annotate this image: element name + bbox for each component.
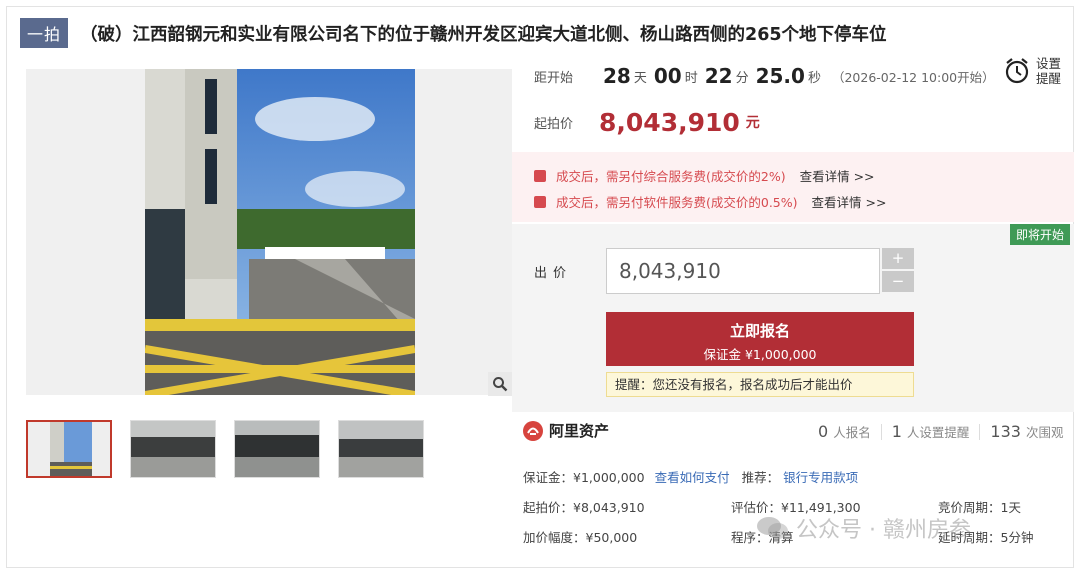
stat-reminders: 1 人设置提醒	[892, 422, 970, 441]
countdown: 距开始 28 天 00 时 22 分 25.0 秒 （2026-02-12 10…	[534, 58, 995, 94]
thumbnail-strip	[26, 420, 424, 478]
how-to-pay-link[interactable]: 查看如何支付	[655, 470, 730, 485]
fee-text: 成交后，需另付软件服务费(成交价的0.5%)	[556, 195, 798, 210]
fee-text: 成交后，需另付综合服务费(成交价的2%)	[556, 169, 786, 184]
magnifier-icon	[493, 377, 508, 392]
countdown-seconds-unit: 秒	[807, 70, 821, 86]
stat-label: 次围观	[1025, 425, 1064, 440]
divider	[979, 423, 981, 440]
countdown-hours-unit: 时	[684, 70, 698, 86]
countdown-minutes: 22	[704, 64, 733, 88]
divider	[880, 423, 882, 440]
stat-views: 133 次围观	[990, 422, 1063, 441]
start-price-info: 起拍价：¥8,043,910	[523, 500, 645, 515]
thumbnail-2[interactable]	[130, 420, 216, 478]
increase-bid-button[interactable]: +	[882, 248, 914, 269]
reminder-line1: 设置	[1036, 56, 1062, 71]
register-tip: 提醒：您还没有报名，报名成功后才能出价	[606, 372, 914, 397]
bid-panel: 即将开始 出价 8,043,910 + − 立即报名 保证金 ¥1,000,00…	[512, 224, 1074, 412]
stat-label: 人设置提醒	[906, 425, 970, 440]
countdown-days: 28	[603, 64, 631, 88]
watermark: 公众号 · 赣州房参	[756, 512, 971, 544]
gift-icon	[534, 169, 546, 182]
thumbnail-image	[235, 421, 319, 477]
ali-asset-logo-icon	[523, 420, 543, 441]
start-price-row: 起拍价 8,043,910 元	[534, 104, 760, 140]
fee-notice: 成交后，需另付综合服务费(成交价的2%) 查看详情 >> 成交后，需另付软件服务…	[512, 152, 1074, 222]
fee-details-link[interactable]: 查看详情 >>	[800, 166, 875, 185]
auction-round-badge: 一拍	[20, 18, 69, 48]
zoom-button[interactable]	[488, 372, 512, 396]
start-price-unit: 元	[745, 115, 760, 131]
page-title: （破）江西韶钢元和实业有限公司名下的位于赣州开发区迎宾大道北侧、杨山路西侧的26…	[80, 24, 887, 45]
increment-info: 加价幅度：¥50,000	[523, 530, 638, 545]
thumbnail-image	[28, 422, 110, 476]
countdown-seconds: 25.0	[755, 64, 805, 88]
register-label: 立即报名	[729, 322, 790, 340]
stat-registrations: 0 人报名	[818, 422, 871, 441]
set-reminder-button[interactable]: 设置 提醒	[1004, 56, 1061, 86]
countdown-minutes-unit: 分	[735, 70, 749, 86]
gift-icon	[534, 195, 546, 208]
parking-entrance-photo	[145, 69, 415, 395]
thumbnail-image	[339, 421, 423, 477]
fee-row: 成交后，需另付综合服务费(成交价的2%) 查看详情 >>	[534, 166, 875, 185]
watermark-text: 公众号 · 赣州房参	[796, 518, 971, 543]
register-button[interactable]: 立即报名 保证金 ¥1,000,000	[606, 312, 914, 366]
recommend-label: 推荐：	[741, 470, 780, 485]
brand-name: 阿里资产	[549, 422, 610, 440]
thumbnail-3[interactable]	[234, 420, 320, 478]
stat-num: 133	[990, 422, 1021, 441]
title-row: 一拍 （破）江西韶钢元和实业有限公司名下的位于赣州开发区迎宾大道北侧、杨山路西侧…	[20, 16, 887, 50]
reminder-label: 设置 提醒	[1036, 56, 1061, 86]
start-price-value: 8,043,910	[599, 107, 740, 137]
thumbnail-image	[131, 421, 215, 477]
bid-amount-input[interactable]: 8,043,910	[606, 248, 880, 294]
fee-row: 成交后，需另付软件服务费(成交价的0.5%) 查看详情 >>	[534, 192, 886, 211]
thumbnail-4[interactable]	[338, 420, 424, 478]
reminder-line2: 提醒	[1036, 71, 1062, 86]
start-price-label: 起拍价	[534, 116, 574, 132]
stat-num: 0	[818, 422, 829, 441]
alarm-clock-icon	[1005, 58, 1029, 84]
status-badge: 即将开始	[1009, 224, 1070, 245]
decrease-bid-button[interactable]: −	[882, 271, 914, 292]
deposit-text: 保证金：¥1,000,000	[523, 470, 645, 485]
start-time-note: （2026-02-12 10:00开始）	[831, 69, 995, 85]
countdown-days-unit: 天	[633, 70, 647, 86]
recommend-value[interactable]: 银行专用款项	[783, 470, 858, 485]
countdown-label: 距开始	[534, 70, 574, 86]
stat-label: 人报名	[833, 425, 871, 440]
countdown-hours: 00	[653, 64, 682, 88]
deposit-info: 保证金：¥1,000,000 查看如何支付 推荐： 银行专用款项	[523, 467, 858, 486]
stat-num: 1	[891, 422, 902, 441]
bid-label: 出价	[534, 266, 573, 281]
deposit-label: 保证金 ¥1,000,000	[703, 347, 817, 362]
thumbnail-1[interactable]	[26, 420, 112, 478]
auction-stats: 0 人报名 1 人设置提醒 133 次围观	[818, 422, 1063, 441]
main-photo[interactable]	[26, 69, 512, 395]
wechat-icon	[757, 517, 788, 539]
fee-details-link[interactable]: 查看详情 >>	[812, 192, 887, 211]
brand-logo: 阿里资产	[523, 420, 609, 441]
